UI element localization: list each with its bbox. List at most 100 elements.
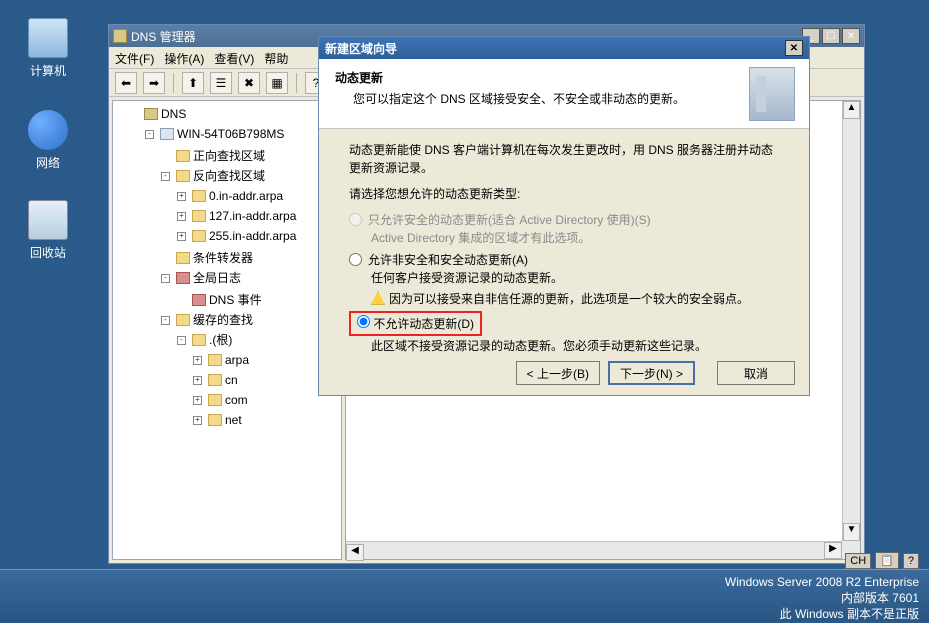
- server-icon: [160, 128, 174, 140]
- menu-file[interactable]: 文件(F): [115, 50, 154, 65]
- tree-reverse-zone[interactable]: -反向查找区域: [161, 167, 265, 185]
- expand-icon[interactable]: +: [193, 356, 202, 365]
- tree-root[interactable]: -.(根): [177, 331, 232, 349]
- radio-secure-only-sub: Active Directory 集成的区域才有此选项。: [349, 230, 779, 247]
- watermark-line3: 此 Windows 副本不是正版: [725, 606, 919, 622]
- nav-forward-button[interactable]: ➡: [143, 72, 165, 94]
- log-icon: [176, 272, 190, 284]
- vertical-scrollbar[interactable]: ▲ ▼: [842, 101, 860, 541]
- menu-help[interactable]: 帮助: [264, 50, 288, 65]
- lang-indicator[interactable]: CH: [845, 553, 871, 569]
- language-bar[interactable]: CH 📋 ?: [845, 552, 919, 569]
- scroll-right-icon[interactable]: ▶: [824, 542, 842, 559]
- dialog-title: 新建区域向导: [325, 40, 785, 57]
- dialog-header: 动态更新 您可以指定这个 DNS 区域接受安全、不安全或非动态的更新。: [319, 59, 809, 129]
- radio-no-dynamic-label: 不允许动态更新(D): [373, 317, 474, 331]
- back-button[interactable]: < 上一步(B): [516, 361, 600, 385]
- tree-server[interactable]: -WIN-54T06B798MS: [145, 125, 284, 143]
- radio-secure-only-input: [349, 213, 362, 226]
- tree-conditional-forwarders[interactable]: 条件转发器: [161, 249, 253, 267]
- dialog-close-button[interactable]: ✕: [785, 40, 803, 56]
- delete-button[interactable]: ✖: [238, 72, 260, 94]
- folder-icon: [192, 190, 206, 202]
- radio-no-dynamic-sub: 此区域不接受资源记录的动态更新。您必须手动更新这些记录。: [349, 338, 779, 355]
- expand-icon[interactable]: +: [193, 416, 202, 425]
- radio-no-dynamic-input[interactable]: [357, 315, 370, 328]
- dialog-footer: < 上一步(B) 下一步(N) > 取消: [516, 361, 795, 385]
- lang-options-icon[interactable]: 📋: [875, 552, 899, 569]
- folder-icon: [176, 150, 190, 162]
- collapse-icon[interactable]: -: [177, 336, 186, 345]
- tree-root-item[interactable]: +com: [193, 391, 248, 409]
- collapse-icon[interactable]: -: [161, 172, 170, 181]
- tree-root-item[interactable]: +net: [193, 411, 242, 429]
- radio-no-dynamic[interactable]: 不允许动态更新(D): [349, 311, 779, 336]
- desktop-icon-label: 网络: [18, 154, 78, 171]
- menu-view[interactable]: 查看(V): [214, 50, 254, 65]
- taskbar[interactable]: Windows Server 2008 R2 Enterprise 内部版本 7…: [0, 569, 929, 621]
- folder-icon: [192, 210, 206, 222]
- scroll-down-icon[interactable]: ▼: [843, 523, 860, 541]
- folder-icon: [176, 252, 190, 264]
- server-graphic-icon: [749, 67, 795, 121]
- tree-forward-zone[interactable]: 正向查找区域: [161, 147, 265, 165]
- nav-back-button[interactable]: ⬅: [115, 72, 137, 94]
- expand-icon[interactable]: +: [177, 212, 186, 221]
- desktop-icon-computer[interactable]: 计算机: [18, 18, 78, 79]
- folder-icon: [208, 354, 222, 366]
- up-button[interactable]: ⬆: [182, 72, 204, 94]
- dns-icon: [144, 108, 158, 120]
- dialog-intro-text: 动态更新能使 DNS 客户端计算机在每次发生更改时，用 DNS 服务器注册并动态…: [349, 141, 779, 177]
- recycle-bin-icon: [28, 200, 68, 240]
- desktop-icon-label: 计算机: [18, 62, 78, 79]
- dialog-header-title: 动态更新: [335, 69, 793, 86]
- radio-nonsecure-input[interactable]: [349, 253, 362, 266]
- desktop-icon-network[interactable]: 网络: [18, 110, 78, 171]
- tree-dns-root[interactable]: DNS: [129, 105, 186, 123]
- radio-secure-only: 只允许安全的动态更新(适合 Active Directory 使用)(S): [349, 211, 779, 228]
- expand-icon[interactable]: +: [177, 192, 186, 201]
- radio-nonsecure-sub1: 任何客户接受资源记录的动态更新。: [349, 270, 779, 287]
- dialog-prompt-text: 请选择您想允许的动态更新类型:: [349, 185, 779, 203]
- properties-button[interactable]: ▦: [266, 72, 288, 94]
- folder-icon: [176, 170, 190, 182]
- scroll-up-icon[interactable]: ▲: [843, 101, 860, 119]
- next-button[interactable]: 下一步(N) >: [608, 361, 695, 385]
- desktop-icon-recycle[interactable]: 回收站: [18, 200, 78, 261]
- folder-icon: [192, 230, 206, 242]
- horizontal-scrollbar[interactable]: ◀ ▶: [346, 541, 842, 559]
- tree-pane[interactable]: DNS -WIN-54T06B798MS 正向查找区域 -反向查找区域 +0.i…: [112, 100, 342, 560]
- network-icon: [28, 110, 68, 150]
- show-hide-button[interactable]: ☰: [210, 72, 232, 94]
- watermark-line1: Windows Server 2008 R2 Enterprise: [725, 574, 919, 590]
- new-zone-wizard-dialog: 新建区域向导 ✕ 动态更新 您可以指定这个 DNS 区域接受安全、不安全或非动态…: [318, 36, 810, 396]
- folder-icon: [208, 374, 222, 386]
- expand-icon[interactable]: +: [193, 376, 202, 385]
- app-icon: [113, 29, 127, 43]
- expand-icon[interactable]: +: [193, 396, 202, 405]
- maximize-button[interactable]: ☐: [822, 28, 840, 44]
- collapse-icon[interactable]: -: [161, 316, 170, 325]
- radio-nonsecure-and-secure[interactable]: 允许非安全和安全动态更新(A): [349, 251, 779, 268]
- menu-action[interactable]: 操作(A): [164, 50, 204, 65]
- collapse-icon[interactable]: -: [161, 274, 170, 283]
- log-icon: [192, 294, 206, 306]
- tree-rev-zone-item[interactable]: +255.in-addr.arpa: [177, 227, 296, 245]
- computer-icon: [28, 18, 68, 58]
- dialog-titlebar[interactable]: 新建区域向导 ✕: [319, 37, 809, 59]
- scroll-left-icon[interactable]: ◀: [346, 544, 364, 561]
- lang-help-icon[interactable]: ?: [903, 553, 919, 569]
- close-button[interactable]: ✕: [842, 28, 860, 44]
- expand-icon[interactable]: +: [177, 232, 186, 241]
- radio-nonsecure-sub2: 因为可以接受来自非信任源的更新，此选项是一个较大的安全弱点。: [349, 291, 779, 308]
- desktop-icon-label: 回收站: [18, 244, 78, 261]
- tree-dns-events[interactable]: DNS 事件: [177, 291, 262, 309]
- cancel-button[interactable]: 取消: [717, 361, 795, 385]
- tree-root-item[interactable]: +arpa: [193, 351, 249, 369]
- collapse-icon[interactable]: -: [145, 130, 154, 139]
- tree-root-item[interactable]: +cn: [193, 371, 238, 389]
- tree-global-logs[interactable]: -全局日志: [161, 269, 241, 287]
- tree-rev-zone-item[interactable]: +0.in-addr.arpa: [177, 187, 283, 205]
- tree-rev-zone-item[interactable]: +127.in-addr.arpa: [177, 207, 296, 225]
- tree-cached-lookups[interactable]: -缓存的查找: [161, 311, 253, 329]
